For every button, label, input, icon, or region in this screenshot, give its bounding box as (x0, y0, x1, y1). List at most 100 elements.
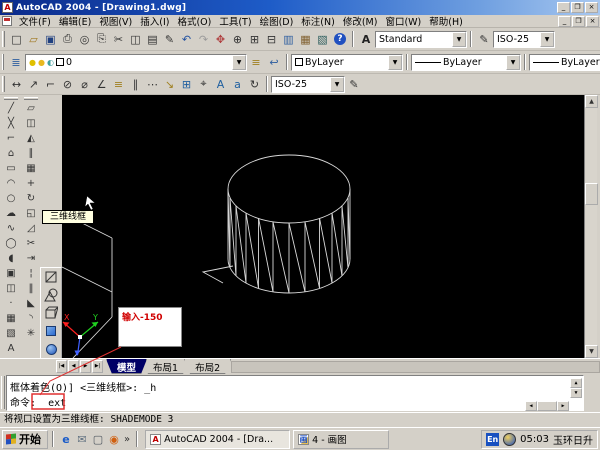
move-icon[interactable]: + (22, 176, 40, 191)
lineweight-control-combo[interactable]: ByLayer (529, 54, 600, 71)
dimension-text-edit-icon[interactable]: a (229, 75, 246, 93)
tab-nav-button[interactable]: |◀ (56, 360, 67, 373)
layer-on-icon[interactable]: ● (29, 58, 36, 67)
menu-item[interactable]: 编辑(E) (55, 14, 95, 28)
arc-icon[interactable]: ◠ (2, 176, 20, 191)
properties-icon[interactable]: ▥ (280, 30, 297, 48)
close-button[interactable]: × (585, 2, 598, 13)
undo-icon[interactable]: ↶ (178, 30, 195, 48)
gouraud-shaded-icon[interactable] (42, 340, 60, 358)
text-style-icon[interactable]: A (357, 30, 375, 48)
menu-item[interactable]: 绘图(D) (256, 14, 298, 28)
menu-item[interactable]: 文件(F) (15, 14, 55, 28)
region-icon[interactable]: ▧ (2, 326, 20, 341)
plot-icon[interactable]: ⎙ (59, 30, 76, 48)
radius-dimension-icon[interactable]: ⊘ (59, 75, 76, 93)
aligned-dimension-icon[interactable]: ↗ (25, 75, 42, 93)
menu-item[interactable]: 修改(M) (339, 14, 382, 28)
command-window-grip[interactable] (1, 376, 5, 409)
copy-object-icon[interactable]: ◫ (22, 116, 40, 131)
offset-icon[interactable]: ∥ (22, 146, 40, 161)
erase-icon[interactable]: ▱ (22, 101, 40, 116)
layer-combo[interactable]: ● ● ◐ 0 ▼ (25, 54, 247, 71)
quick-leader-icon[interactable]: ↘ (161, 75, 178, 93)
new-file-icon[interactable]: □ (8, 30, 25, 48)
command-vertical-scrollbar[interactable]: ▲ ▼ (570, 378, 582, 398)
zoom-realtime-icon[interactable]: ⊕ (229, 30, 246, 48)
spline-icon[interactable]: ∿ (2, 221, 20, 236)
dimension-style-combo[interactable]: ISO-25 ▼ (271, 76, 345, 93)
stretch-icon[interactable]: ◿ (22, 221, 40, 236)
scale-icon[interactable]: ◱ (22, 206, 40, 221)
linetype-control-combo[interactable]: ByLayer ▼ (411, 54, 521, 71)
redo-icon[interactable]: ↷ (195, 30, 212, 48)
zoom-window-icon[interactable]: ⊞ (246, 30, 263, 48)
hidden-mode-icon[interactable] (42, 304, 60, 322)
chevron-down-icon[interactable]: ▼ (506, 55, 520, 70)
scroll-up-icon[interactable]: ▲ (585, 95, 598, 108)
scroll-right-icon[interactable]: ▶ (557, 401, 569, 411)
polyline-icon[interactable]: ⌐ (2, 131, 20, 146)
color-control-combo[interactable]: ByLayer ▼ (291, 54, 403, 71)
ordinate-dimension-icon[interactable]: ⌐ (42, 75, 59, 93)
text-style-combo[interactable]: Standard ▼ (375, 31, 467, 48)
angular-dimension-icon[interactable]: ∠ (93, 75, 110, 93)
ie-icon[interactable]: e (58, 431, 74, 447)
toolbar-grip[interactable] (24, 97, 38, 100)
array-icon[interactable]: ▦ (22, 161, 40, 176)
line-icon[interactable]: ╱ (2, 101, 20, 116)
dim-style-icon[interactable]: ✎ (475, 30, 493, 48)
chevron-down-icon[interactable]: ▼ (330, 77, 344, 92)
tool-palettes-icon[interactable]: ▧ (314, 30, 331, 48)
menu-item[interactable]: 工具(T) (215, 14, 255, 28)
designcenter-icon[interactable]: ▦ (297, 30, 314, 48)
trim-icon[interactable]: ✂ (22, 236, 40, 251)
menu-item[interactable]: 视图(V) (95, 14, 136, 28)
help-icon[interactable]: ? (331, 30, 349, 48)
open-icon[interactable]: ▱ (25, 30, 42, 48)
scroll-left-icon[interactable]: ◀ (525, 401, 537, 411)
rotate-icon[interactable]: ↻ (22, 191, 40, 206)
scrollbar-thumb[interactable] (585, 183, 598, 205)
doc-restore-button[interactable]: ❐ (572, 16, 585, 27)
task-button-paint[interactable]: 画 4 - 画图 (293, 430, 389, 449)
layer-freeze-icon[interactable]: ● (38, 58, 45, 67)
show-desktop-icon[interactable]: ▢ (90, 431, 106, 447)
match-properties-icon[interactable]: ✎ (161, 30, 178, 48)
layer-previous-icon[interactable]: ↩ (265, 53, 283, 71)
make-block-icon[interactable]: ◫ (2, 281, 20, 296)
menu-item[interactable]: 窗口(W) (381, 14, 425, 28)
chevron-down-icon[interactable]: ▼ (540, 32, 554, 47)
restore-button[interactable]: ❐ (571, 2, 584, 13)
task-button-autocad[interactable]: A AutoCAD 2004 - [Dra... (145, 430, 290, 449)
tab-layout1[interactable]: 布局1 (142, 359, 189, 374)
dim-style-combo[interactable]: ISO-25 ▼ (493, 31, 555, 48)
scroll-up-icon[interactable]: ▲ (570, 378, 582, 388)
menu-item[interactable]: 标注(N) (297, 14, 339, 28)
media-player-icon[interactable]: ◉ (106, 431, 122, 447)
scroll-down-icon[interactable]: ▼ (570, 388, 582, 398)
2d-wireframe-icon[interactable] (42, 268, 60, 286)
menu-item[interactable]: 格式(O) (173, 14, 215, 28)
doc-close-button[interactable]: × (586, 16, 599, 27)
insert-block-icon[interactable]: ▣ (2, 266, 20, 281)
tab-model[interactable]: 模型 (106, 359, 147, 374)
mail-icon[interactable]: ✉ (74, 431, 90, 447)
scroll-down-icon[interactable]: ▼ (585, 345, 598, 358)
rectangle-icon[interactable]: ▭ (2, 161, 20, 176)
ellipse-icon[interactable]: ◯ (2, 236, 20, 251)
mirror-icon[interactable]: ◭ (22, 131, 40, 146)
tab-nav-button[interactable]: ◀ (68, 360, 79, 373)
toolbar-grip[interactable] (2, 54, 4, 70)
command-text-area[interactable]: 框体着色(O)] <三维线框>: _h 命令: ext ▲ ▼ ◀ ▶ (6, 375, 584, 411)
cut-icon[interactable]: ✂ (110, 30, 127, 48)
circle-icon[interactable]: ○ (2, 191, 20, 206)
command-input[interactable]: ext (48, 398, 66, 409)
diameter-dimension-icon[interactable]: ⌀ (76, 75, 93, 93)
ime-indicator[interactable]: En (486, 433, 499, 446)
chevron-down-icon[interactable]: ▼ (452, 32, 466, 47)
dimension-update-icon[interactable]: ↻ (246, 75, 263, 93)
save-icon[interactable]: ▣ (42, 30, 59, 48)
hatch-icon[interactable]: ▦ (2, 311, 20, 326)
construction-line-icon[interactable]: ╳ (2, 116, 20, 131)
